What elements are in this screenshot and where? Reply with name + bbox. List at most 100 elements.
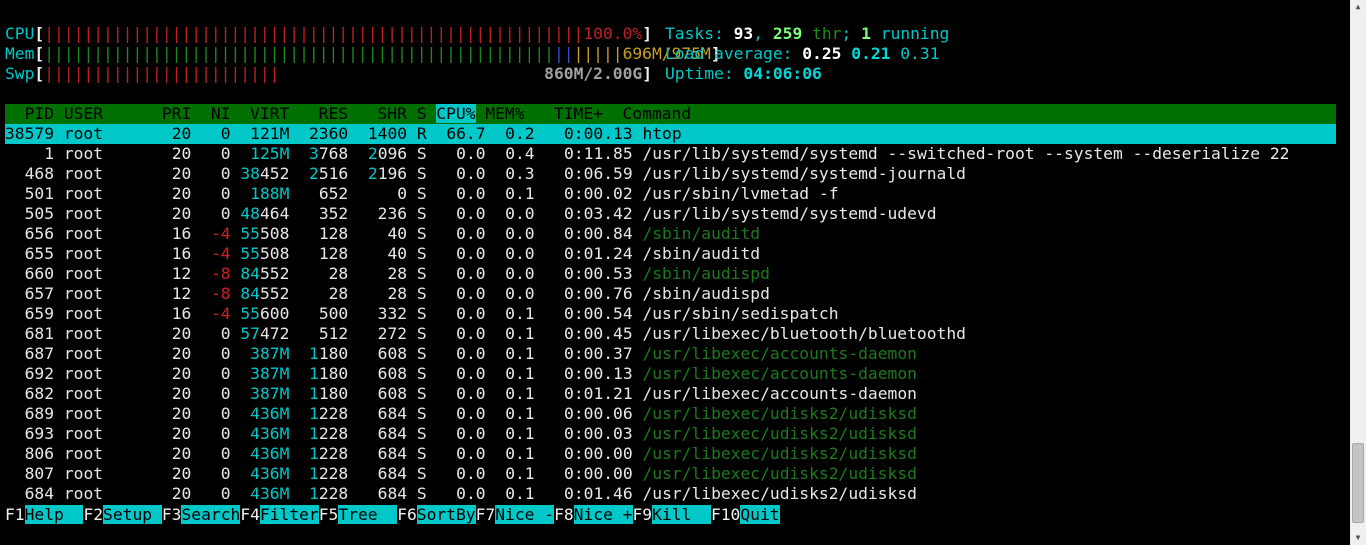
fkey-f2-label[interactable]: Setup	[103, 505, 162, 524]
process-ni: 0	[220, 344, 231, 363]
fkey-f3-label[interactable]: Search	[181, 505, 241, 524]
load-1min: 0.25	[802, 44, 842, 63]
process-ni: 0	[220, 444, 231, 463]
fkey-f10-label[interactable]: Quit	[740, 505, 780, 524]
process-user: root	[63, 404, 104, 423]
process-cpu: 0.0	[456, 384, 486, 403]
fkey-f5-label[interactable]: Tree	[338, 505, 398, 524]
fkey-f1-label[interactable]: Help	[24, 505, 84, 524]
process-row[interactable]: 657 root 12 -8 84552 28 28 S 0.0 0.0 0:0…	[5, 284, 1336, 304]
fkey-f8-label[interactable]: Nice +	[573, 505, 633, 524]
tasks-count: 93	[733, 24, 754, 43]
process-mem: 0.2	[505, 124, 535, 143]
vertical-scrollbar[interactable]: ▲ ▼	[1350, 0, 1366, 545]
process-row[interactable]: 660 root 12 -8 84552 28 28 S 0.0 0.0 0:0…	[5, 264, 1336, 284]
process-row[interactable]: 505 root 20 0 48464 352 236 S 0.0 0.0 0:…	[5, 204, 1336, 224]
fkey-f10[interactable]: F10	[711, 505, 740, 524]
fkey-f6[interactable]: F6	[397, 505, 417, 524]
fkey-f9[interactable]: F9	[633, 505, 653, 524]
fkey-f2[interactable]: F2	[83, 505, 103, 524]
fkey-f4[interactable]: F4	[240, 505, 260, 524]
process-pri: 16	[171, 244, 192, 263]
process-virt: 387M	[250, 364, 290, 383]
process-row[interactable]: 806 root 20 0 436M 1228 684 S 0.0 0.1 0:…	[5, 444, 1336, 464]
fkey-f6-label[interactable]: SortBy	[416, 505, 476, 524]
process-cpu: 0.0	[456, 484, 486, 503]
header-columns-rest[interactable]: MEM% TIME+ Command	[476, 104, 691, 123]
process-ni: 0	[220, 164, 231, 183]
scroll-down-arrow-icon[interactable]: ▼	[1350, 531, 1366, 545]
process-pri: 20	[171, 424, 192, 443]
process-shr: 40	[387, 224, 408, 243]
process-s: S	[416, 464, 427, 483]
fkey-f4-label[interactable]: Filter	[259, 505, 319, 524]
fkey-f9-label[interactable]: Kill	[652, 505, 711, 524]
process-pid: 1	[44, 144, 55, 163]
header-columns[interactable]: PID USER PRI NI VIRT RES SHR S	[5, 104, 436, 123]
process-time: 0:01.21	[564, 384, 633, 403]
process-pri: 20	[171, 344, 192, 363]
process-cmd: /usr/lib/systemd/systemd-journald	[642, 164, 966, 183]
process-pid: 501	[24, 184, 55, 203]
process-pid: 660	[24, 264, 55, 283]
process-virt: 84552	[240, 284, 290, 303]
process-mem: 0.1	[505, 384, 535, 403]
process-time: 0:00.06	[564, 404, 633, 423]
process-res: 28	[328, 264, 349, 283]
process-user: root	[63, 264, 104, 283]
scrollbar-thumb[interactable]	[1352, 443, 1364, 523]
process-row[interactable]: 655 root 16 -4 55508 128 40 S 0.0 0.0 0:…	[5, 244, 1336, 264]
process-row[interactable]: 689 root 20 0 436M 1228 684 S 0.0 0.1 0:…	[5, 404, 1336, 424]
process-row[interactable]: 682 root 20 0 387M 1180 608 S 0.0 0.1 0:…	[5, 384, 1336, 404]
process-pid: 806	[24, 444, 55, 463]
process-table-header[interactable]: PID USER PRI NI VIRT RES SHR S CPU% MEM%…	[5, 104, 1336, 124]
process-list[interactable]: 38579 root 20 0 121M 2360 1400 R 66.7 0.…	[5, 124, 1336, 504]
fkey-f7-label[interactable]: Nice -	[495, 505, 555, 524]
process-row[interactable]: 681 root 20 0 57472 512 272 S 0.0 0.1 0:…	[5, 324, 1336, 344]
process-res: 512	[318, 324, 349, 343]
process-pid: 505	[24, 204, 55, 223]
process-s: S	[416, 364, 427, 383]
process-ni: -4	[210, 304, 231, 323]
process-row[interactable]: 807 root 20 0 436M 1228 684 S 0.0 0.1 0:…	[5, 464, 1336, 484]
process-row[interactable]: 659 root 16 -4 55600 500 332 S 0.0 0.1 0…	[5, 304, 1336, 324]
process-row[interactable]: 684 root 20 0 436M 1228 684 S 0.0 0.1 0:…	[5, 484, 1336, 504]
process-row[interactable]: 693 root 20 0 436M 1228 684 S 0.0 0.1 0:…	[5, 424, 1336, 444]
process-pid: 692	[24, 364, 55, 383]
process-shr: 272	[377, 324, 408, 343]
process-user: root	[63, 304, 104, 323]
process-cmd: /sbin/audispd	[642, 284, 770, 303]
process-ni: 0	[220, 124, 231, 143]
fkey-f3[interactable]: F3	[162, 505, 182, 524]
process-s: S	[416, 304, 427, 323]
process-res: 1228	[309, 484, 349, 503]
process-row[interactable]: 38579 root 20 0 121M 2360 1400 R 66.7 0.…	[5, 124, 1336, 144]
process-row[interactable]: 501 root 20 0 188M 652 0 S 0.0 0.1 0:00.…	[5, 184, 1336, 204]
process-shr: 236	[377, 204, 408, 223]
process-shr: 2196	[367, 164, 408, 183]
process-time: 0:00.02	[564, 184, 633, 203]
fkey-f8[interactable]: F8	[554, 505, 574, 524]
process-s: S	[416, 264, 427, 283]
fkey-f5[interactable]: F5	[319, 505, 339, 524]
process-virt: 121M	[250, 124, 290, 143]
process-cpu: 0.0	[456, 424, 486, 443]
process-time: 0:00.53	[564, 264, 633, 283]
scroll-up-arrow-icon[interactable]: ▲	[1350, 0, 1366, 14]
process-pid: 682	[24, 384, 55, 403]
process-virt: 38452	[240, 164, 290, 183]
process-row[interactable]: 687 root 20 0 387M 1180 608 S 0.0 0.1 0:…	[5, 344, 1336, 364]
process-row[interactable]: 692 root 20 0 387M 1180 608 S 0.0 0.1 0:…	[5, 364, 1336, 384]
process-row[interactable]: 1 root 20 0 125M 3768 2096 S 0.0 0.4 0:1…	[5, 144, 1336, 164]
fkey-f7[interactable]: F7	[476, 505, 496, 524]
process-cpu: 0.0	[456, 364, 486, 383]
header-cpu-sort-column[interactable]: CPU%	[436, 104, 476, 123]
process-row[interactable]: 468 root 20 0 38452 2516 2196 S 0.0 0.3 …	[5, 164, 1336, 184]
fkey-f1[interactable]: F1	[5, 505, 25, 524]
process-mem: 0.1	[505, 464, 535, 483]
function-key-bar[interactable]: F1Help F2Setup F3SearchF4FilterF5Tree F6…	[5, 505, 1336, 525]
process-mem: 0.1	[505, 344, 535, 363]
process-shr: 28	[387, 284, 408, 303]
process-row[interactable]: 656 root 16 -4 55508 128 40 S 0.0 0.0 0:…	[5, 224, 1336, 244]
process-mem: 0.0	[505, 244, 535, 263]
